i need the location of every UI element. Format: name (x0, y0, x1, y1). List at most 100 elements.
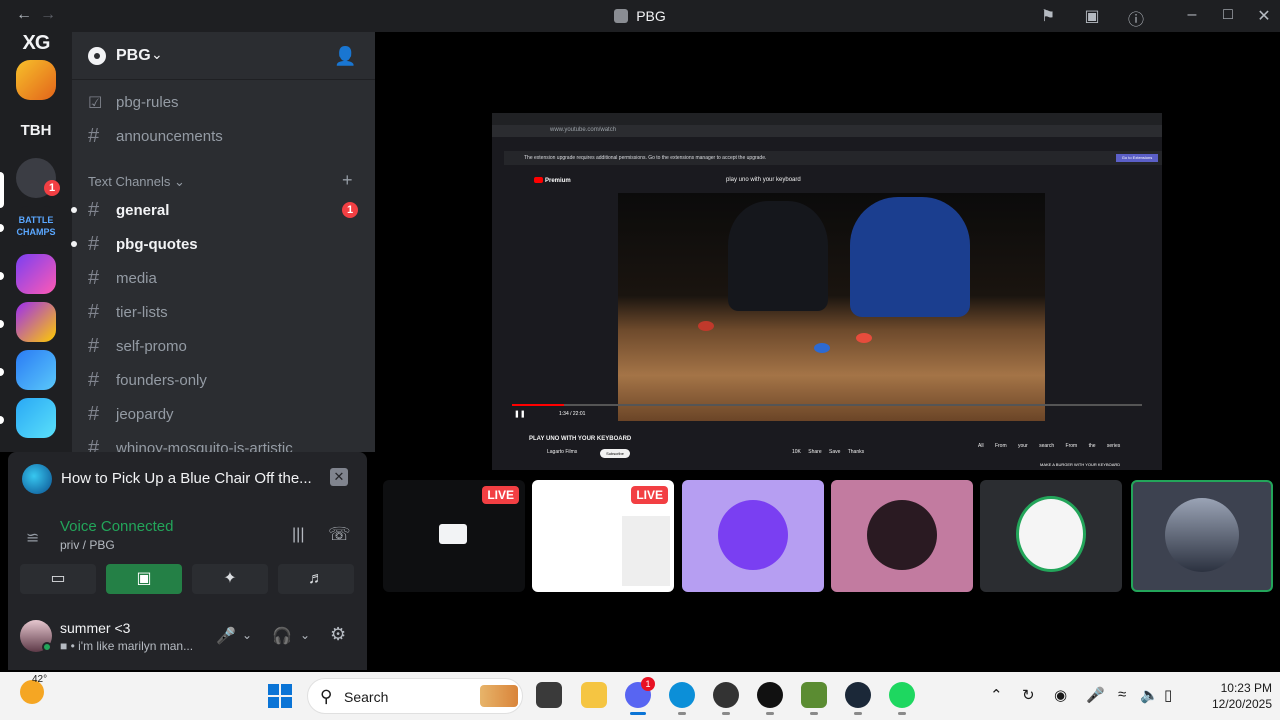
weather-widget[interactable]: 42° (20, 674, 47, 704)
participant-tile-avatar[interactable] (980, 480, 1122, 592)
channel-whinoy[interactable]: # whinoy-mosquito-is-artistic (88, 434, 368, 452)
start-tile (268, 684, 279, 695)
participant-tile-avatar[interactable] (682, 480, 824, 592)
signal-icon[interactable]: ≌ (26, 528, 39, 548)
search-icon: ⚲ (320, 687, 333, 706)
youtube-play-icon (534, 177, 543, 183)
guild-icon[interactable] (16, 254, 56, 294)
edge-browser-icon (22, 464, 52, 494)
invite-people-icon[interactable]: 👤 (334, 46, 356, 67)
camera-off-button[interactable]: ▭ (20, 564, 96, 594)
volume-icon[interactable]: 🔈 (1140, 686, 1159, 704)
guild-xg[interactable]: XG (0, 32, 72, 55)
guild-icon-smc-2[interactable] (16, 398, 56, 438)
custom-status: ■ • i'm like marilyn man... (60, 639, 194, 653)
voice-status[interactable]: Voice Connected (60, 518, 173, 535)
url-text: www.youtube.com/watch (550, 127, 617, 133)
active-indicator (630, 712, 646, 715)
soundboard-button[interactable]: ♬ (278, 564, 354, 594)
channel-pbg-quotes[interactable]: # pbg-quotes (71, 230, 368, 260)
search-label: Search (344, 689, 389, 705)
activities-button[interactable]: ✦ (192, 564, 268, 594)
server-settings-gear-icon (88, 47, 106, 65)
user-settings-gear-icon[interactable]: ⚙ (330, 624, 346, 645)
maximize-icon[interactable]: □ (1216, 6, 1240, 26)
avatar (718, 500, 788, 570)
minimize-icon[interactable]: – (1180, 6, 1204, 26)
channel-self-promo[interactable]: # self-promo (88, 332, 368, 362)
youtube-search-query: play uno with your keyboard (726, 177, 801, 183)
hash-icon: # (88, 301, 100, 323)
discord-app-icon[interactable]: 1 (625, 677, 655, 715)
create-channel-plus-icon[interactable]: + (342, 170, 353, 191)
screen-share-button[interactable]: ▣ (106, 564, 182, 594)
app-icon[interactable] (757, 682, 783, 715)
channel-pbg-rules[interactable]: ☑ pbg-rules (88, 88, 368, 118)
edge-browser-icon[interactable] (669, 682, 695, 715)
category-text-channels[interactable]: Text Channels ⌄ (88, 174, 185, 190)
noise-suppression-icon[interactable]: ||| (292, 526, 304, 544)
windows-start-icon[interactable] (268, 684, 292, 708)
participant-tiles: LIVE LIVE (383, 480, 1273, 592)
voice-location[interactable]: priv / PBG (60, 538, 115, 552)
guild-icon[interactable] (16, 60, 56, 100)
hash-icon: # (88, 437, 100, 452)
discord-badge: 1 (641, 677, 655, 691)
guild-icon-smc[interactable] (16, 350, 56, 390)
minecraft-icon[interactable] (801, 682, 827, 715)
close-icon[interactable]: ✕ (1252, 6, 1276, 26)
channel-announcements[interactable]: # announcements (88, 122, 368, 152)
guild-icon[interactable] (16, 302, 56, 342)
hash-icon: # (88, 199, 100, 221)
channel-name: media (116, 270, 157, 287)
username[interactable]: summer <3 (60, 620, 130, 636)
activity-popout[interactable]: How to Pick Up a Blue Chair Off the... ✕ (8, 452, 367, 506)
monitor-icon (439, 524, 467, 544)
taskbar-clock[interactable]: 10:23 PM 12/20/2025 (1192, 680, 1272, 712)
running-indicator (722, 712, 730, 715)
hash-icon: # (88, 233, 100, 255)
steam-icon[interactable] (845, 682, 871, 715)
headphones-icon[interactable]: 🎧 (272, 626, 292, 646)
guild-icon-dm[interactable]: 1 (16, 158, 60, 198)
camera-off-icon: ▭ (50, 570, 66, 587)
taskbar-search[interactable]: ⚲ Search (307, 678, 523, 714)
channel-tier-lists[interactable]: # tier-lists (88, 298, 368, 328)
wifi-icon[interactable]: ≈ (1118, 686, 1126, 703)
help-icon[interactable]: ⓘ (1124, 6, 1148, 29)
locked-hash-icon: # (88, 403, 100, 425)
channel-founders-only[interactable]: # founders-only (88, 366, 368, 396)
chevron-down-icon[interactable]: ⌄ (300, 628, 310, 642)
server-header[interactable]: PBG ⌄ 👤 (72, 32, 375, 80)
tray-chevron-up-icon[interactable]: ⌃ (990, 686, 1003, 704)
chevron-down-icon[interactable]: ⌄ (242, 628, 252, 642)
guild-battle-champs[interactable]: BATTLE CHAMPS (16, 206, 56, 246)
battery-icon[interactable]: ▯ (1164, 686, 1172, 704)
task-view-icon[interactable] (536, 682, 562, 708)
microphone-icon[interactable]: 🎤 (216, 626, 236, 646)
avatar[interactable] (20, 620, 52, 652)
screen-share-stream[interactable]: www.youtube.com/watch The extension upgr… (492, 113, 1162, 470)
participant-tile-stream[interactable]: LIVE (532, 480, 674, 592)
channel-jeopardy[interactable]: # jeopardy (88, 400, 368, 430)
guild-tbh[interactable]: TBH (0, 122, 72, 139)
screen-share-icon[interactable]: ▣ (1080, 6, 1104, 26)
participant-tile-stream[interactable]: LIVE (383, 480, 525, 592)
spotify-icon[interactable] (889, 682, 915, 715)
channel-general[interactable]: # general 1 (71, 196, 368, 226)
tray-app-icon[interactable]: ◉ (1054, 686, 1067, 704)
channel-media[interactable]: # media (88, 264, 368, 294)
participant-tile-avatar[interactable] (831, 480, 973, 592)
inbox-flag-icon[interactable]: ⚑ (1036, 6, 1060, 26)
youtube-logo: Premium (534, 177, 571, 184)
popout-close-icon[interactable]: ✕ (330, 468, 348, 486)
app-icon[interactable] (713, 682, 739, 715)
avatar (1016, 496, 1086, 572)
soundboard-icon: ♬ (308, 570, 324, 587)
tray-sync-icon[interactable]: ↻ (1022, 686, 1035, 704)
participant-tile-self[interactable] (1131, 480, 1273, 592)
tray-microphone-icon[interactable]: 🎤 (1086, 686, 1105, 704)
disconnect-icon[interactable]: ☏ (328, 524, 351, 545)
uno-card (814, 343, 830, 353)
file-explorer-icon[interactable] (581, 682, 607, 708)
